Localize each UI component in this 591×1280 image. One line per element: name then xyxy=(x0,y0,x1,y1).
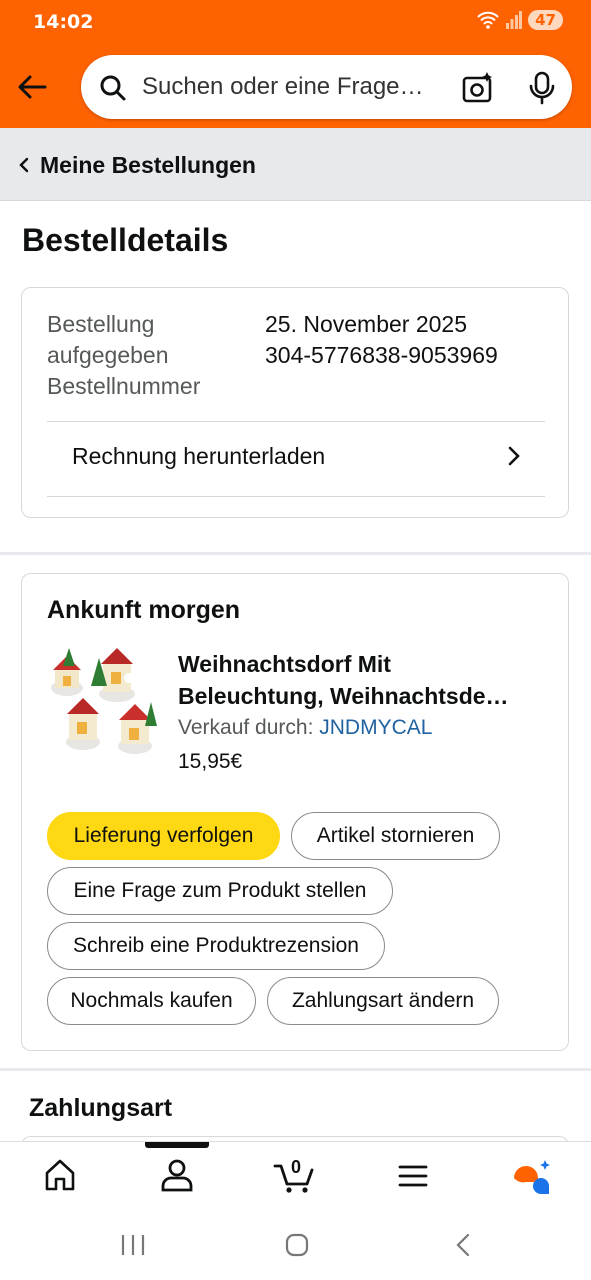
change-payment-button[interactable]: Zahlungsart ändern xyxy=(267,977,499,1025)
product-title[interactable]: Weihnachtsdorf Mit Beleuchtung, Weihnach… xyxy=(178,648,548,712)
cart-count: 0 xyxy=(291,1157,302,1177)
order-placed-value: 25. November 2025 xyxy=(265,311,468,337)
download-invoice-link[interactable]: Rechnung herunterladen xyxy=(72,443,325,470)
track-delivery-button[interactable]: Lieferung verfolgen xyxy=(47,812,280,860)
write-review-button[interactable]: Schreib eine Produktrezension xyxy=(47,922,385,970)
shipment-card: Ankunft morgen Weihnachtsdorf Mit Beleuc… xyxy=(21,573,569,1051)
breadcrumb-label[interactable]: Meine Bestellungen xyxy=(40,152,256,179)
back-button-icon[interactable] xyxy=(454,1233,472,1257)
system-nav-bar xyxy=(0,1213,591,1280)
recent-apps-icon[interactable] xyxy=(120,1233,146,1257)
order-number-value: 304-5776838-9053969 xyxy=(265,342,498,368)
divider xyxy=(47,421,545,422)
cancel-item-button[interactable]: Artikel stornieren xyxy=(291,812,500,860)
seller-prefix: Verkauf durch: xyxy=(178,716,314,739)
search-bar[interactable]: Suchen oder eine Frage… xyxy=(81,55,572,119)
active-tab-indicator xyxy=(145,1142,209,1148)
ask-question-button[interactable]: Eine Frage zum Produkt stellen xyxy=(47,867,393,915)
order-placed-label: Bestellung aufgegeben xyxy=(47,311,169,368)
product-title-text[interactable]: Weihnachtsdorf Mit Beleuchtung, Weihnach… xyxy=(178,648,538,712)
chevron-right-icon[interactable] xyxy=(506,445,522,467)
battery-badge: 47 xyxy=(528,10,563,30)
search-icon xyxy=(100,75,126,101)
search-placeholder[interactable]: Suchen oder eine Frage… xyxy=(142,73,424,101)
divider xyxy=(47,496,545,497)
order-number-label: Bestellnummer xyxy=(47,373,201,399)
home-icon[interactable] xyxy=(44,1158,76,1192)
signal-icon xyxy=(506,11,523,29)
order-info-card: Bestellung aufgegeben 25. November 2025 … xyxy=(21,287,569,518)
payment-section-title: Zahlungsart xyxy=(29,1094,173,1122)
status-time: 14:02 xyxy=(33,11,94,33)
status-icons: 47 xyxy=(476,10,563,30)
section-separator xyxy=(0,552,591,555)
account-icon[interactable] xyxy=(160,1158,194,1192)
wifi-icon xyxy=(477,11,499,29)
page-title: Bestelldetails xyxy=(22,222,229,258)
section-separator xyxy=(0,1068,591,1071)
breadcrumb[interactable]: Meine Bestellungen xyxy=(0,128,591,201)
top-bar: 14:02 47 Suchen oder eine Frage… xyxy=(0,0,591,128)
chevron-left-icon xyxy=(19,157,29,173)
camera-lens-icon[interactable] xyxy=(461,71,495,105)
product-price: 15,95€ xyxy=(178,750,243,773)
back-arrow-icon[interactable] xyxy=(15,70,49,104)
arrival-status: Ankunft morgen xyxy=(47,596,241,624)
rufus-assistant-icon[interactable] xyxy=(512,1158,552,1196)
home-button-icon[interactable] xyxy=(285,1233,309,1257)
microphone-icon[interactable] xyxy=(527,71,557,105)
seller-link[interactable]: JNDMYCAL xyxy=(319,716,432,739)
menu-icon[interactable] xyxy=(398,1158,428,1192)
seller-line: Verkauf durch: JNDMYCAL xyxy=(178,716,432,740)
product-image[interactable] xyxy=(47,646,157,756)
buy-again-button[interactable]: Nochmals kaufen xyxy=(47,977,256,1025)
